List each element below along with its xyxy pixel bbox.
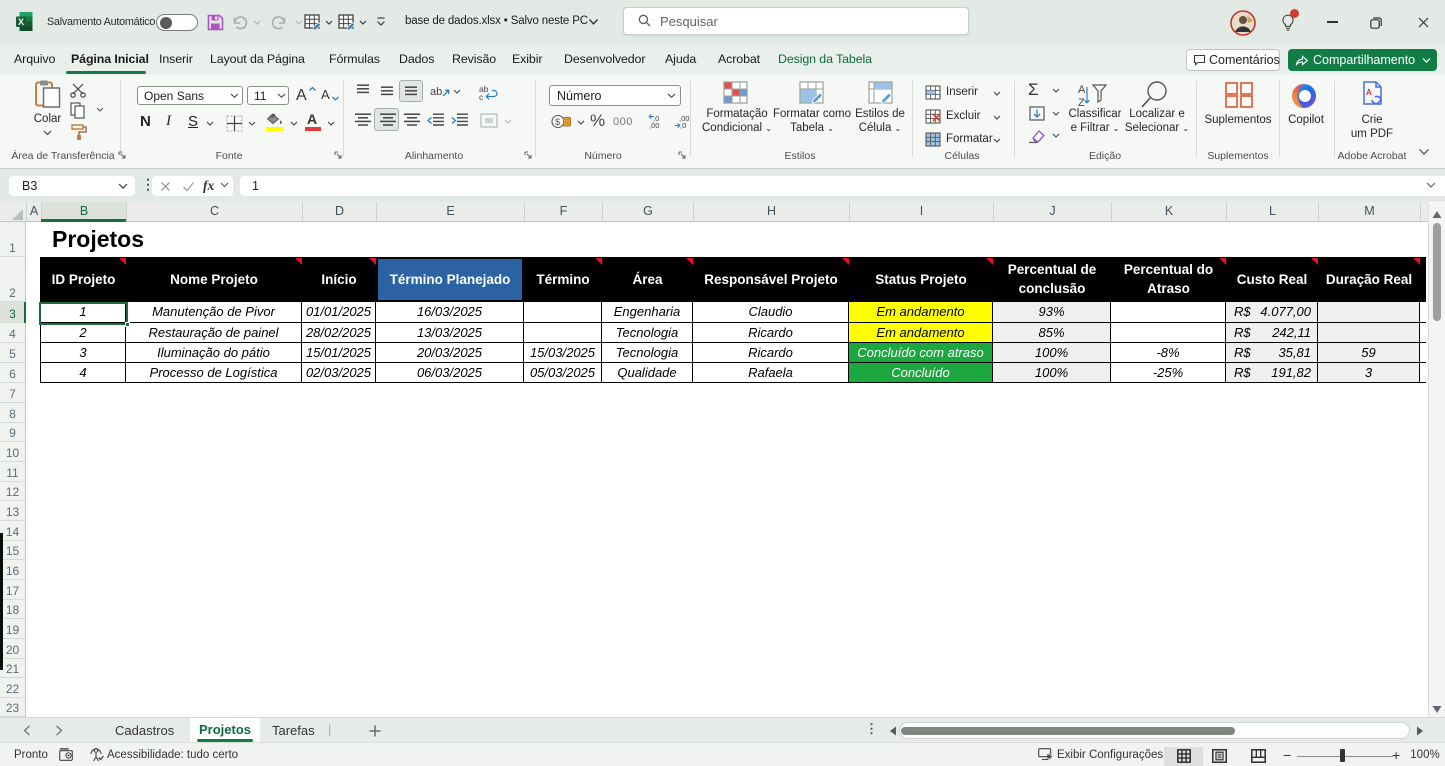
svg-text:A: A xyxy=(296,87,307,102)
svg-text:,00: ,00 xyxy=(649,121,659,130)
svg-text:A: A xyxy=(1078,84,1086,96)
svg-text:Z: Z xyxy=(1078,97,1085,108)
svg-text:ab: ab xyxy=(430,86,442,98)
svg-text:A: A xyxy=(1366,88,1372,97)
svg-text:$: $ xyxy=(555,117,561,128)
svg-text:A: A xyxy=(321,87,330,102)
svg-text:X: X xyxy=(18,17,24,27)
